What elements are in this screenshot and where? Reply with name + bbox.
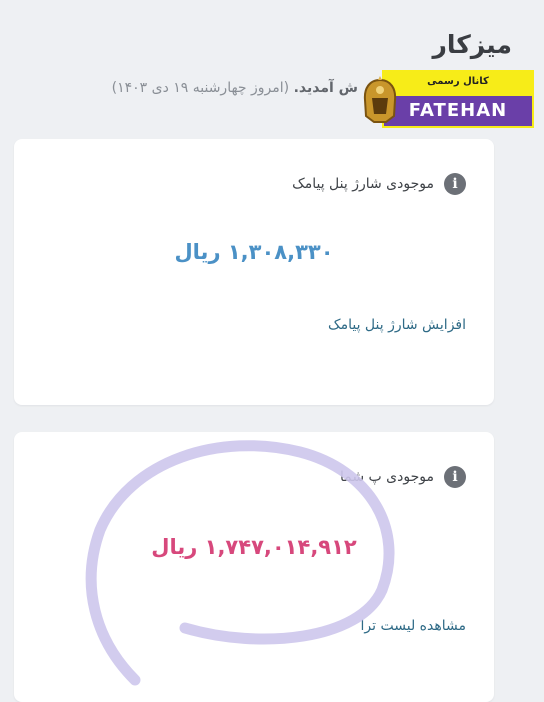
watermark-caption: کانال رسمی bbox=[382, 70, 534, 94]
page-title: میزکار bbox=[432, 30, 512, 59]
increase-sms-charge-link[interactable]: افزایش شارژ پنل پیامک bbox=[328, 317, 466, 333]
wallet-balance-title: موجودی پ شما bbox=[340, 469, 434, 485]
transactions-list-link[interactable]: مشاهده لیست ترا bbox=[361, 618, 466, 634]
wallet-balance-amount: ۱,۷۴۷,۰۱۴,۹۱۲ ریال bbox=[151, 535, 357, 559]
welcome-date: (امروز چهارشنبه ۱۹ دی ۱۴۰۳) bbox=[111, 80, 294, 96]
watermark-brand: FATEHAN bbox=[382, 94, 534, 128]
welcome-line: ش آمدید. (امروز چهارشنبه ۱۹ دی ۱۴۰۳) bbox=[112, 80, 358, 96]
wallet-balance-card: i موجودی پ شما ۱,۷۴۷,۰۱۴,۹۱۲ ریال مشاهده… bbox=[14, 432, 494, 702]
sms-balance-amount: ۱,۳۰۸,۳۳۰ ریال bbox=[174, 240, 334, 264]
channel-watermark: کانال رسمی FATEHAN bbox=[360, 70, 534, 128]
helmet-mascot-icon bbox=[363, 76, 397, 123]
info-icon[interactable]: i bbox=[444, 173, 466, 195]
sms-balance-card: i موجودی شارژ پنل پیامک ۱,۳۰۸,۳۳۰ ریال ا… bbox=[14, 139, 494, 405]
info-icon[interactable]: i bbox=[444, 466, 466, 488]
welcome-greeting: ش آمدید. bbox=[293, 80, 358, 96]
sms-balance-header: i موجودی شارژ پنل پیامک bbox=[292, 173, 466, 195]
wallet-balance-header: i موجودی پ شما bbox=[340, 466, 466, 488]
sms-balance-title: موجودی شارژ پنل پیامک bbox=[292, 176, 434, 192]
